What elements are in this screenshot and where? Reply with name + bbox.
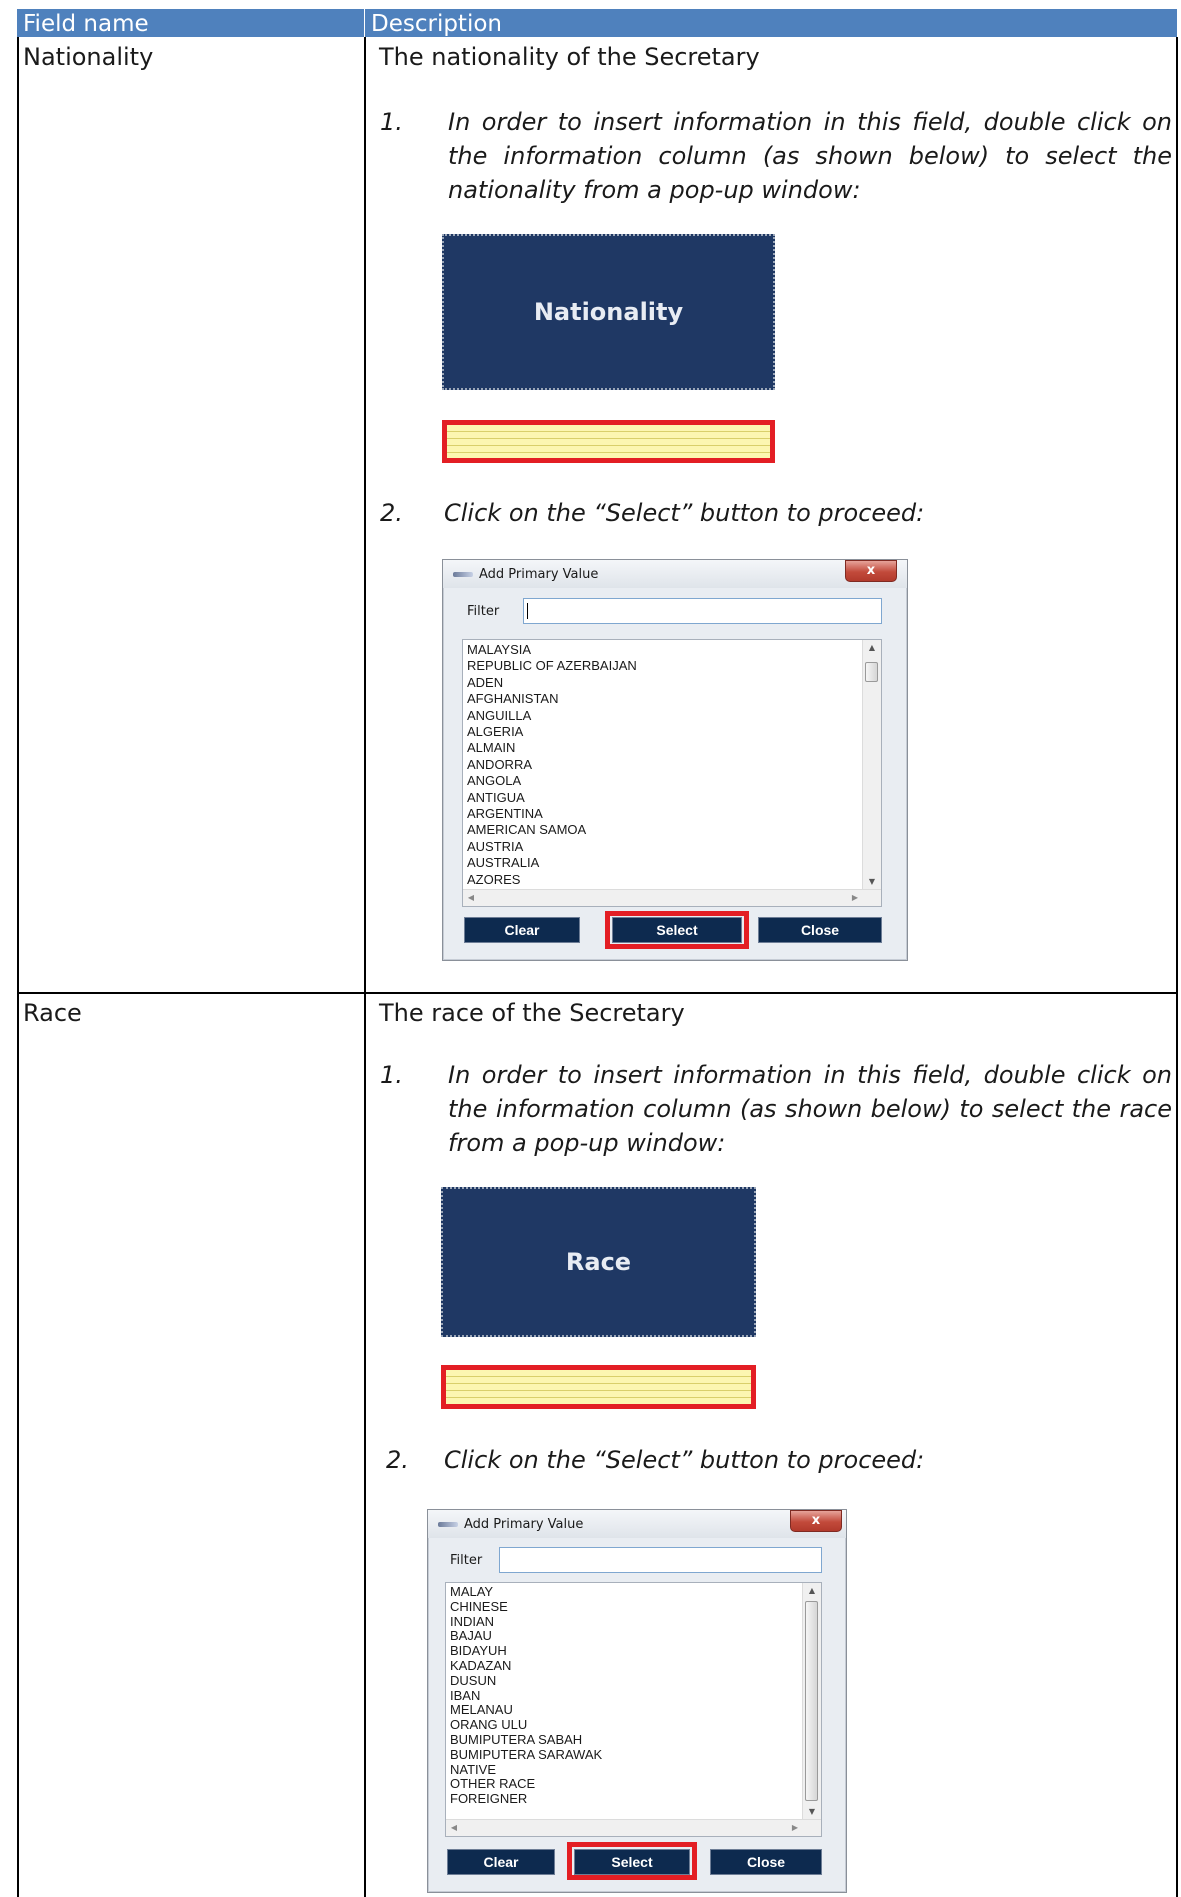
nationality-field-button[interactable]: Nationality: [442, 234, 775, 390]
list-item[interactable]: FOREIGNER: [450, 1791, 602, 1807]
app-icon: [453, 572, 473, 577]
add-primary-value-dialog-race: Add Primary Value x Filter MALAY CHINESE I…: [427, 1509, 847, 1893]
table-border-right: [1176, 37, 1178, 1897]
list-item[interactable]: IBAN: [450, 1688, 602, 1704]
close-button[interactable]: Close: [710, 1849, 822, 1875]
field-name-race: Race: [23, 999, 82, 1027]
horizontal-scrollbar[interactable]: ◀ ▶: [463, 889, 881, 906]
select-button[interactable]: Select: [574, 1849, 690, 1875]
header-field-name: Field name: [23, 11, 149, 37]
race-information-column[interactable]: [441, 1365, 756, 1409]
filter-input[interactable]: [523, 598, 882, 624]
text-caret: [527, 603, 528, 619]
vertical-scrollbar[interactable]: ▲ ▼: [862, 640, 881, 890]
scroll-down-icon[interactable]: ▼: [803, 1804, 821, 1820]
step-1-race: 1. In order to insert information in thi…: [380, 1058, 1180, 1162]
add-primary-value-dialog-nationality: Add Primary Value x Filter MALAYSIA REPUB…: [442, 559, 908, 961]
table-header: Field name Description: [17, 9, 1177, 37]
list-item[interactable]: NATIVE: [450, 1762, 602, 1778]
list-item[interactable]: CHINESE: [450, 1599, 602, 1615]
list-item[interactable]: ANGOLA: [467, 773, 637, 789]
list-item[interactable]: MALAY: [450, 1584, 602, 1600]
list-item[interactable]: AZORES: [467, 872, 637, 888]
header-description: Description: [371, 11, 502, 37]
list-item[interactable]: ALMAIN: [467, 740, 637, 756]
description-intro-race: The race of the Secretary: [379, 999, 685, 1027]
list-item[interactable]: AMERICAN SAMOA: [467, 822, 637, 838]
select-button[interactable]: Select: [612, 917, 742, 943]
race-field-button[interactable]: Race: [441, 1187, 756, 1337]
description-intro-nationality: The nationality of the Secretary: [379, 43, 760, 71]
app-icon: [438, 1522, 458, 1527]
nationality-information-column[interactable]: [442, 420, 775, 463]
list-item[interactable]: ANDORRA: [467, 757, 637, 773]
scroll-up-icon[interactable]: ▲: [863, 640, 881, 656]
field-name-nationality: Nationality: [23, 43, 154, 71]
list-item[interactable]: INDIAN: [450, 1614, 602, 1630]
list-item[interactable]: ALGERIA: [467, 724, 637, 740]
list-item[interactable]: REPUBLIC OF AZERBAIJAN: [467, 658, 637, 674]
step-text: In order to insert information in this f…: [448, 1061, 1172, 1157]
scroll-down-icon[interactable]: ▼: [863, 874, 881, 890]
horizontal-scrollbar[interactable]: ◀ ▶: [446, 1819, 821, 1836]
list-item[interactable]: ORANG ULU: [450, 1717, 602, 1733]
list-item[interactable]: ARGENTINA: [467, 806, 637, 822]
dialog-titlebar: Add Primary Value x: [428, 1510, 846, 1538]
list-item[interactable]: BUMIPUTERA SABAH: [450, 1732, 602, 1748]
step-text: Click on the “Select” button to proceed:: [444, 499, 925, 527]
list-item[interactable]: MELANAU: [450, 1703, 602, 1718]
scroll-thumb[interactable]: [865, 662, 878, 682]
value-list-items[interactable]: MALAYSIA REPUBLIC OF AZERBAIJAN ADEN AFGHAN…: [467, 642, 637, 888]
step-number: 1.: [380, 108, 403, 136]
close-button[interactable]: Close: [758, 917, 882, 943]
list-item[interactable]: AUSTRALIA: [467, 855, 637, 871]
list-item[interactable]: DUSUN: [450, 1673, 602, 1689]
scroll-thumb[interactable]: [805, 1601, 818, 1801]
close-icon[interactable]: x: [845, 560, 897, 582]
list-item[interactable]: AFGHANISTAN: [467, 691, 637, 707]
step-number: 2.: [386, 1446, 409, 1474]
step-text: In order to insert information in this f…: [448, 108, 1172, 204]
list-item[interactable]: BAJAU: [450, 1629, 602, 1644]
field-description-table: Field name Description Nationality The n…: [17, 9, 1178, 1897]
column-divider: [364, 37, 366, 1897]
vertical-scrollbar[interactable]: ▲ ▼: [802, 1583, 821, 1820]
filter-label: Filter: [450, 1553, 483, 1568]
value-list-items[interactable]: MALAY CHINESE INDIAN BAJAU BIDAYUH KADAZAN DUS…: [450, 1584, 602, 1807]
scroll-left-icon[interactable]: ◀: [446, 1820, 462, 1836]
step-1-nationality: 1. In order to insert information in thi…: [380, 105, 1180, 209]
scroll-left-icon[interactable]: ◀: [463, 890, 479, 906]
step-number: 1.: [380, 1061, 403, 1089]
dialog-titlebar: Add Primary Value x: [443, 560, 907, 588]
scroll-right-icon[interactable]: ▶: [787, 1820, 803, 1836]
table-border-left: [17, 37, 19, 1897]
list-item[interactable]: ADEN: [467, 675, 637, 691]
dialog-title: Add Primary Value: [479, 567, 599, 582]
step-number: 2.: [380, 499, 403, 527]
list-item[interactable]: ANTIGUA: [467, 790, 637, 806]
list-item[interactable]: AUSTRIA: [467, 839, 637, 855]
filter-label: Filter: [467, 604, 500, 619]
list-item[interactable]: KADAZAN: [450, 1658, 602, 1674]
clear-button[interactable]: Clear: [464, 917, 580, 943]
list-item[interactable]: OTHER RACE: [450, 1777, 602, 1792]
scroll-right-icon[interactable]: ▶: [847, 890, 863, 906]
step-2-nationality: 2. Click on the “Select” button to proce…: [380, 496, 1180, 530]
value-list[interactable]: MALAY CHINESE INDIAN BAJAU BIDAYUH KADAZAN DUS…: [445, 1582, 822, 1837]
list-item[interactable]: MALAYSIA: [467, 642, 637, 658]
step-2-race: 2. Click on the “Select” button to proce…: [386, 1443, 1181, 1477]
dialog-title: Add Primary Value: [464, 1517, 584, 1532]
step-text: Click on the “Select” button to proceed:: [444, 1446, 925, 1474]
list-item[interactable]: BIDAYUH: [450, 1643, 602, 1659]
filter-input[interactable]: [499, 1547, 822, 1573]
row-divider: [17, 992, 1178, 994]
list-item[interactable]: ANGUILLA: [467, 708, 637, 724]
list-item[interactable]: BUMIPUTERA SARAWAK: [450, 1747, 602, 1763]
value-list[interactable]: MALAYSIA REPUBLIC OF AZERBAIJAN ADEN AFGHAN…: [462, 639, 882, 907]
close-icon[interactable]: x: [790, 1510, 842, 1532]
scroll-up-icon[interactable]: ▲: [803, 1583, 821, 1599]
clear-button[interactable]: Clear: [447, 1849, 555, 1875]
